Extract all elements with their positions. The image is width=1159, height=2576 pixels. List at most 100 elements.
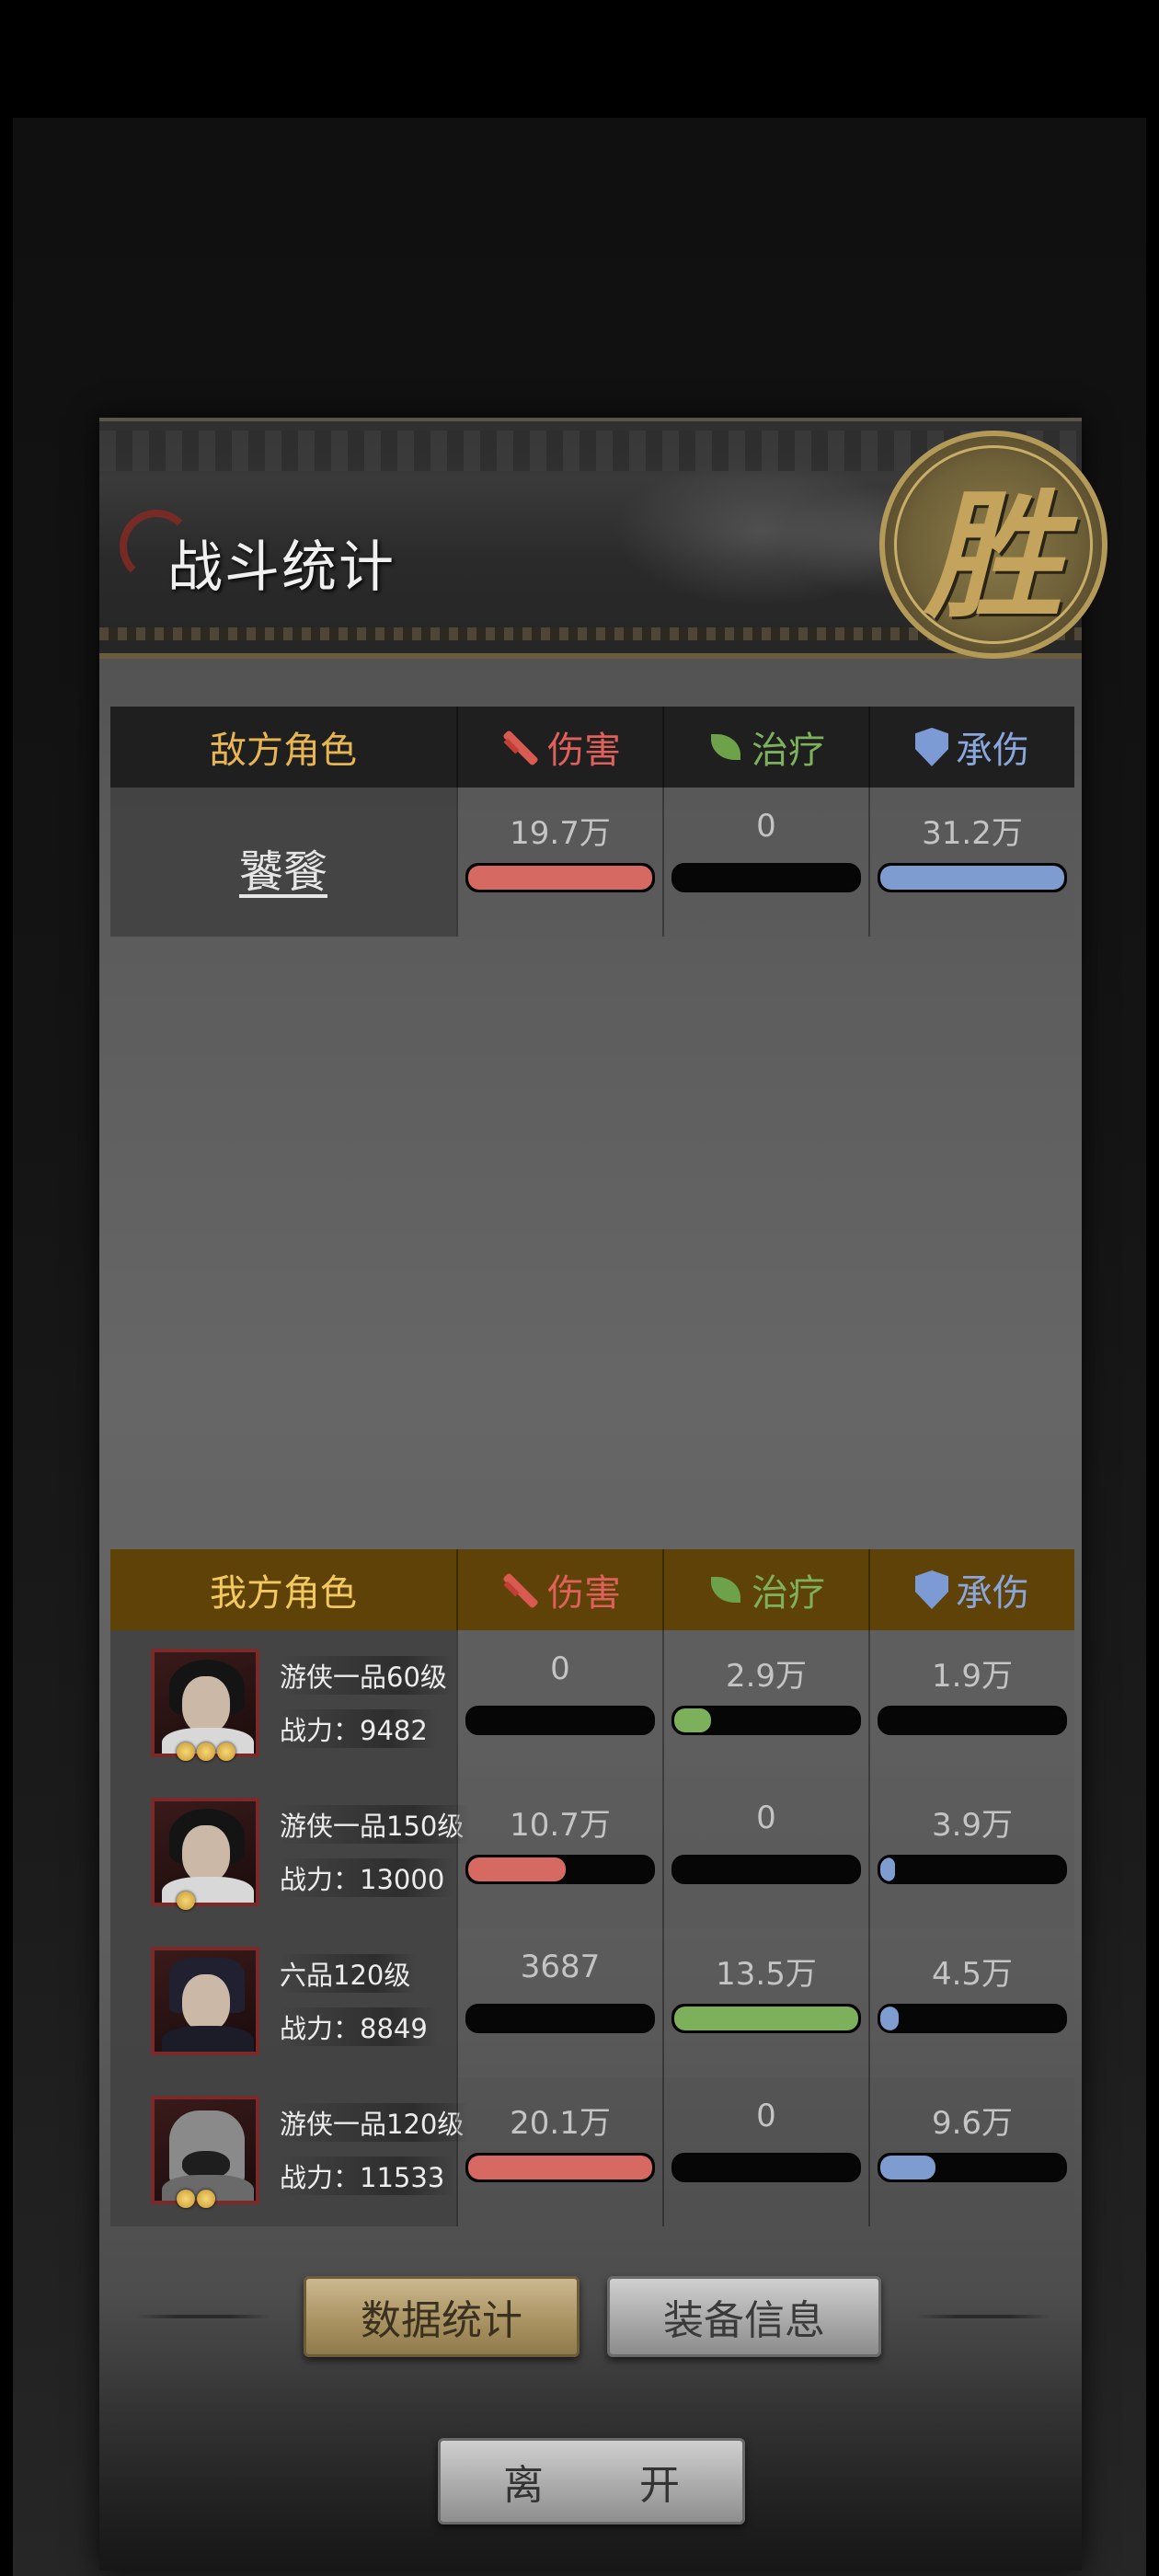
avatar[interactable] [151,1649,259,1757]
heal-cell: 13.5万 [662,1928,868,2077]
avatar[interactable] [151,1947,259,2055]
taken-column-header: 承伤 [868,1549,1074,1630]
ally-info-cell: 游侠一品150级 战力：13000 [110,1779,470,1928]
ally-row[interactable]: 游侠一品150级 战力：13000 10.7万 0 3.9万 [110,1779,1074,1928]
battle-stats-panel: 战斗统计 胜 敌方角色 伤害 治疗 承伤 饕餮 19.7万 0 31.2万 我方… [99,418,1107,2570]
sword-icon [499,1570,540,1610]
heal-bar [671,1706,861,1735]
damage-value: 0 [550,1650,570,1687]
heal-cell: 0 [662,788,868,937]
damage-cell: 20.1万 [456,2077,662,2226]
ally-info-cell: 游侠一品60级 战力：9482 [110,1630,456,1779]
enemy-heading: 敌方角色 [210,730,357,772]
enemy-row[interactable]: 饕餮 19.7万 0 31.2万 [110,788,1074,937]
combat-power-label: 战力： [280,2162,361,2193]
heal-bar [671,1855,861,1884]
combat-power: 战力：8849 [280,2007,437,2046]
damage-value: 3687 [520,1949,601,1985]
taken-bar-fill [880,1857,895,1881]
taken-bar [878,2153,1067,2182]
avatar[interactable] [151,2096,259,2204]
taken-bar-fill [880,2007,899,2030]
heal-bar [671,2004,861,2033]
avatar-face [182,1974,230,2031]
equipment-info-button[interactable]: 装备信息 [607,2276,881,2357]
damage-label: 伤害 [547,730,621,772]
heal-bar-fill [674,1708,711,1732]
damage-bar [465,1855,655,1884]
ally-info-cell: 六品120级 战力：8849 [110,1928,456,2077]
damage-bar-fill [468,866,652,890]
divider-left [136,2315,270,2318]
taken-bar [878,1706,1067,1735]
ally-table-header: 我方角色 伤害 治疗 承伤 [110,1549,1074,1630]
taken-value: 1.9万 [931,1658,1014,1695]
heal-column-header: 治疗 [662,707,868,788]
shield-icon [915,1570,948,1609]
damage-bar [465,2153,655,2182]
combat-power: 战力：13000 [280,1858,454,1897]
taken-bar [878,863,1067,892]
ally-table: 我方角色 伤害 治疗 承伤 游侠一品60级 战力：9482 0 2.9万 1.9… [110,1549,1074,2226]
victory-seal: 胜 [879,431,1107,659]
taken-cell: 31.2万 [868,788,1074,937]
heal-value: 2.9万 [725,1658,808,1695]
taken-value: 4.5万 [931,1956,1014,1993]
damage-cell: 10.7万 [456,1779,662,1928]
taken-value: 31.2万 [922,815,1023,852]
heal-bar-fill [674,2007,858,2030]
damage-label: 伤害 [547,1572,621,1615]
avatar[interactable] [151,1798,259,1906]
taken-bar-fill [880,866,1064,890]
taken-bar [878,2004,1067,2033]
taken-column-header: 承伤 [868,707,1074,788]
damage-bar [465,2004,655,2033]
damage-cell: 0 [456,1630,662,1779]
page-title: 战斗统计 [167,535,396,600]
star-icon [197,2190,215,2208]
heal-bar [671,863,861,892]
leaf-icon [707,1571,744,1608]
damage-bar-fill [468,2156,652,2179]
combat-power-label: 战力： [280,2013,361,2044]
star-rating [177,2190,215,2208]
enemy-table: 敌方角色 伤害 治疗 承伤 饕餮 19.7万 0 31.2万 [110,707,1074,937]
ally-heading: 我方角色 [210,1572,357,1615]
victory-seal-text: 胜 [924,475,1062,638]
data-stats-button[interactable]: 数据统计 [304,2276,580,2357]
taken-value: 9.6万 [931,2105,1014,2142]
heal-bar [671,2153,861,2182]
taken-bar-fill [880,2156,935,2179]
taken-cell: 3.9万 [868,1779,1074,1928]
enemy-name-link[interactable]: 饕餮 [110,835,456,900]
heal-label: 治疗 [752,730,825,772]
sword-icon [499,727,540,767]
taken-cell: 4.5万 [868,1928,1074,2077]
heal-value: 0 [756,808,776,845]
ally-row[interactable]: 游侠一品60级 战力：9482 0 2.9万 1.9万 [110,1630,1074,1779]
character-name: 六品120级 [280,1954,417,1993]
ally-row[interactable]: 六品120级 战力：8849 3687 13.5万 4.5万 [110,1928,1074,2077]
enemy-table-header: 敌方角色 伤害 治疗 承伤 [110,707,1074,788]
star-icon [197,1742,215,1761]
damage-value: 19.7万 [510,815,611,852]
divider-right [916,2315,1050,2318]
damage-cell: 19.7万 [456,788,662,937]
avatar-face [182,1825,230,1882]
taken-cell: 1.9万 [868,1630,1074,1779]
damage-cell: 3687 [456,1928,662,2077]
heal-value: 0 [756,2098,776,2134]
character-name: 游侠一品60级 [280,1656,453,1695]
heal-column-header: 治疗 [662,1549,868,1630]
combat-power: 战力：11533 [280,2156,454,2195]
combat-power-value: 13000 [360,1864,445,1895]
character-name: 游侠一品150级 [280,1805,470,1844]
leave-button[interactable]: 离 开 [438,2438,745,2524]
taken-label: 承伤 [956,1572,1029,1615]
avatar-body [162,1877,254,1903]
ally-row[interactable]: 游侠一品120级 战力：11533 20.1万 0 9.6万 [110,2077,1074,2226]
combat-power: 战力：9482 [280,1709,437,1748]
damage-value: 10.7万 [510,1807,611,1844]
combat-power-label: 战力： [280,1715,361,1746]
star-rating [177,1892,195,1910]
